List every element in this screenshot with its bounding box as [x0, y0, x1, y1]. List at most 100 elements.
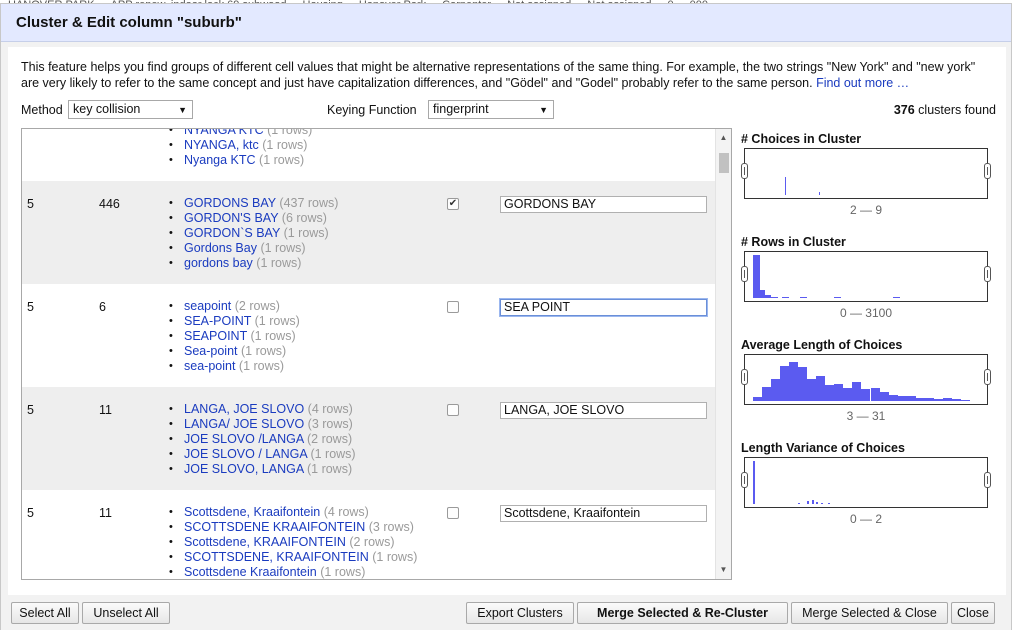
choice-item: SEAPOINT (1 rows) — [166, 329, 300, 344]
choice-value-link[interactable]: JOE SLOVO, LANGA — [184, 462, 304, 476]
choice-value-link[interactable]: Scottsdene, Kraaifontein — [184, 505, 320, 519]
select-all-button[interactable]: Select All — [11, 602, 79, 624]
histogram-bar — [807, 501, 809, 504]
merge-checkbox[interactable]: ✔ — [447, 198, 459, 210]
choice-row-count: (1 rows) — [267, 128, 313, 137]
choice-row-count: (2 rows) — [349, 535, 395, 549]
histogram-bar — [871, 388, 880, 401]
range-slider-right-handle[interactable] — [984, 266, 991, 282]
choice-value-link[interactable]: SCOTTSDENE KRAAIFONTEIN — [184, 520, 365, 534]
range-slider-right-handle[interactable] — [984, 163, 991, 179]
choice-row-count: (1 rows) — [241, 344, 287, 358]
cluster-row: 5 446 GORDONS BAY (437 rows)GORDON'S BAY (… — [22, 181, 716, 284]
range-slider-left-handle[interactable] — [741, 266, 748, 282]
choice-item: Scottsdene Kraaifontein (1 rows) — [166, 565, 417, 579]
choice-value-link[interactable]: GORDON'S BAY — [184, 211, 278, 225]
choice-row-count: (2 rows) — [306, 432, 353, 446]
choice-value-link[interactable]: JOE SLOVO / LANGA — [184, 447, 307, 461]
facet-average-length: Average Length of Choices 3 — 31 — [741, 338, 996, 433]
choice-value-link[interactable]: NYANGA, ktc — [184, 138, 259, 152]
unselect-all-button[interactable]: Unselect All — [82, 602, 170, 624]
choice-row-count: (3 rows) — [307, 417, 353, 431]
choice-item: Gordons Bay (1 rows) — [166, 241, 338, 256]
find-out-more-link[interactable]: Find out more … — [816, 76, 909, 90]
choice-value-link[interactable]: GORDONS BAY — [184, 196, 276, 210]
clusters-found-label: clusters found — [918, 103, 996, 117]
choice-value-link[interactable]: Gordons Bay — [184, 241, 257, 255]
choice-row-count: (1 rows) — [320, 565, 366, 579]
vertical-scrollbar[interactable]: ▲ ▼ — [715, 129, 731, 579]
keying-function-select[interactable]: fingerprint ▼ — [428, 100, 554, 119]
merge-close-button[interactable]: Merge Selected & Close — [791, 602, 948, 624]
choice-item: Scottsdene, Kraaifontein (4 rows) — [166, 505, 417, 520]
choice-row-count: (437 rows) — [279, 196, 339, 210]
merge-checkbox[interactable] — [447, 301, 459, 313]
export-clusters-button[interactable]: Export Clusters — [466, 602, 574, 624]
scrollbar-thumb[interactable] — [719, 153, 729, 173]
histogram — [741, 457, 991, 508]
merge-checkbox[interactable] — [447, 507, 459, 519]
new-cell-value-input[interactable]: GORDONS BAY — [500, 196, 707, 213]
choice-row-count: (1 rows) — [250, 329, 296, 343]
scroll-down-icon[interactable]: ▼ — [716, 563, 731, 577]
choice-row-count: (1 rows) — [256, 256, 302, 270]
choice-value-link[interactable]: sea-point — [184, 359, 235, 373]
histogram-bar — [828, 503, 830, 504]
choice-value-link[interactable]: SEAPOINT — [184, 329, 247, 343]
cluster-controls: Method key collision ▼ Keying Function f… — [21, 99, 996, 121]
histogram-bar — [934, 399, 943, 401]
new-cell-value-input[interactable]: SEA POINT — [500, 299, 707, 316]
clusters-found: 376 clusters found — [894, 103, 996, 117]
histogram-bar — [789, 362, 798, 401]
choice-row-count: (1 rows) — [372, 550, 418, 564]
cluster-row: 511Scottsdene, Kraaifontein (4 rows)SCOT… — [22, 490, 716, 579]
choice-value-link[interactable]: NYANGA KTC — [184, 129, 264, 137]
cluster-row-count: 11 — [99, 403, 112, 417]
choice-value-link[interactable]: SEA-POINT — [184, 314, 251, 328]
choice-value-link[interactable]: SCOTTSDENE, KRAAIFONTEIN — [184, 550, 369, 564]
histogram-bar — [907, 396, 916, 401]
choice-value-link[interactable]: Sea-point — [184, 344, 238, 358]
facet-choices-in-cluster: # Choices in Cluster 2 — 9 — [741, 132, 996, 227]
range-slider-right-handle[interactable] — [984, 369, 991, 385]
range-slider-right-handle[interactable] — [984, 472, 991, 488]
histogram-bar — [925, 398, 934, 401]
choice-row-count: (1 rows) — [310, 447, 356, 461]
merge-recluster-button[interactable]: Merge Selected & Re-Cluster — [577, 602, 788, 624]
histogram-bar — [880, 392, 889, 401]
histogram-bar — [771, 297, 778, 298]
merge-checkbox[interactable] — [447, 404, 459, 416]
choice-value-link[interactable]: Scottsdene Kraaifontein — [184, 565, 317, 579]
cluster-row-count: 446 — [99, 197, 120, 211]
choice-item: GORDON'S BAY (6 rows) — [166, 211, 338, 226]
choice-value-link[interactable]: LANGA, JOE SLOVO — [184, 402, 304, 416]
cluster-table[interactable]: NYANGA KTC (1 rows)NYANGA, ktc (1 rows)N… — [21, 128, 732, 580]
choice-value-link[interactable]: LANGA/ JOE SLOVO — [184, 417, 304, 431]
choice-value-link[interactable]: Scottsdene, KRAAIFONTEIN — [184, 535, 346, 549]
scroll-up-icon[interactable]: ▲ — [716, 131, 731, 145]
new-cell-value-input[interactable]: LANGA, JOE SLOVO — [500, 402, 707, 419]
range-slider-left-handle[interactable] — [741, 369, 748, 385]
choice-item: JOE SLOVO, LANGA (1 rows) — [166, 462, 356, 477]
histogram-bar — [785, 177, 786, 195]
choice-row-count: (4 rows) — [307, 402, 353, 416]
histogram-bar — [961, 400, 970, 401]
cluster-row: 5 11 LANGA, JOE SLOVO (4 rows)LANGA/ JOE S… — [22, 387, 716, 490]
histogram-bar — [943, 398, 952, 401]
close-button[interactable]: Close — [951, 602, 995, 624]
method-select[interactable]: key collision ▼ — [68, 100, 193, 119]
cluster-choices: NYANGA KTC (1 rows)NYANGA, ktc (1 rows)N… — [166, 128, 313, 168]
range-slider-left-handle[interactable] — [741, 163, 748, 179]
choice-item: NYANGA, ktc (1 rows) — [166, 138, 312, 153]
range-slider-left-handle[interactable] — [741, 472, 748, 488]
new-cell-value-input[interactable]: Scottsdene, Kraaifontein — [500, 505, 707, 522]
choice-item: gordons bay (1 rows) — [166, 256, 338, 271]
choice-value-link[interactable]: Nyanga KTC — [184, 153, 256, 167]
facet-rows-in-cluster: # Rows in Cluster 0 — 3100 — [741, 235, 996, 330]
histogram-bar — [819, 192, 820, 195]
choice-value-link[interactable]: GORDON`S BAY — [184, 226, 280, 240]
choice-value-link[interactable]: seapoint — [184, 299, 231, 313]
facet-range: 0 — 2 — [849, 512, 882, 526]
choice-value-link[interactable]: JOE SLOVO /LANGA — [184, 432, 304, 446]
choice-value-link[interactable]: gordons bay — [184, 256, 253, 270]
